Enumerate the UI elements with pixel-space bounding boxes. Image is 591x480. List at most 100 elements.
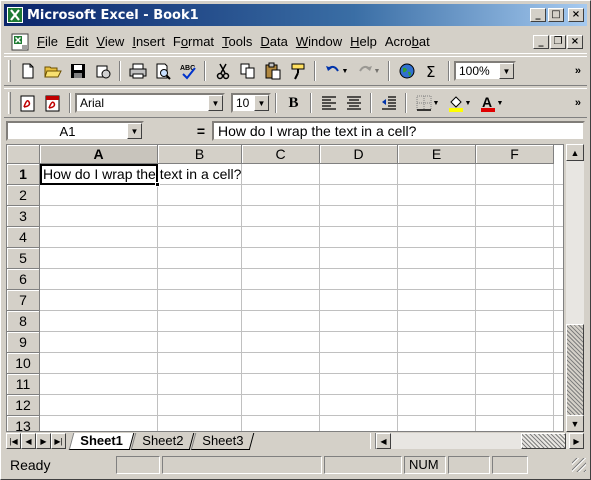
row-header-12[interactable]: 12: [7, 395, 40, 416]
last-sheet-button[interactable]: ▶|: [51, 433, 66, 449]
menu-data[interactable]: Data: [256, 34, 291, 49]
resize-grip-icon[interactable]: [572, 458, 586, 472]
web-button[interactable]: [395, 60, 418, 82]
decrease-indent-button[interactable]: [377, 92, 400, 114]
chevron-down-icon[interactable]: ▼: [254, 95, 269, 111]
toolbar-options-icon[interactable]: »: [575, 65, 581, 77]
vertical-scrollbar[interactable]: ▲ ▼: [566, 144, 584, 432]
bold-button[interactable]: B: [282, 92, 305, 114]
row-header-1[interactable]: 1: [7, 164, 40, 185]
sheet-tab-sheet2[interactable]: Sheet2: [130, 432, 195, 450]
align-left-icon: [321, 96, 336, 110]
fill-color-button[interactable]: ▼: [444, 92, 474, 114]
select-all-corner[interactable]: [7, 145, 40, 164]
formula-equals-sign[interactable]: =: [190, 123, 212, 139]
next-sheet-button[interactable]: ▶: [36, 433, 51, 449]
status-panel: [116, 456, 160, 474]
row-header-3[interactable]: 3: [7, 206, 40, 227]
maximize-button[interactable]: □: [548, 8, 564, 22]
column-header-e[interactable]: E: [398, 145, 476, 164]
row-header-4[interactable]: 4: [7, 227, 40, 248]
paste-button[interactable]: [261, 60, 284, 82]
first-sheet-button[interactable]: |◀: [6, 433, 21, 449]
prev-sheet-button[interactable]: ◀: [21, 433, 36, 449]
acrobat-email-button[interactable]: [41, 92, 64, 114]
font-name-select[interactable]: Arial ▼: [75, 93, 225, 113]
chevron-down-icon[interactable]: ▼: [499, 63, 514, 79]
title-bar[interactable]: Microsoft Excel - Book1 _ □ ×: [4, 4, 587, 26]
column-header-a[interactable]: A: [40, 145, 158, 164]
excel-app-icon[interactable]: [7, 7, 23, 23]
doc-close-button[interactable]: ×: [567, 34, 583, 49]
borders-button[interactable]: ▼: [412, 92, 442, 114]
scroll-up-button[interactable]: ▲: [566, 144, 584, 161]
horizontal-scrollbar[interactable]: ◀ ▶: [376, 433, 584, 449]
vertical-scroll-thumb[interactable]: [566, 324, 584, 417]
cut-button[interactable]: [211, 60, 234, 82]
fill-handle[interactable]: [155, 182, 160, 187]
row-header-8[interactable]: 8: [7, 311, 40, 332]
row-header-6[interactable]: 6: [7, 269, 40, 290]
scroll-left-button[interactable]: ◀: [376, 433, 391, 449]
workbook-icon[interactable]: [11, 33, 29, 51]
new-button[interactable]: [16, 60, 39, 82]
row-gridline: [40, 247, 563, 248]
chevron-down-icon[interactable]: ▼: [127, 123, 142, 139]
zoom-select[interactable]: 100% ▼: [454, 61, 516, 81]
autosum-icon: Σ: [426, 63, 435, 80]
column-header-c[interactable]: C: [242, 145, 320, 164]
menu-window[interactable]: Window: [292, 34, 346, 49]
scroll-down-button[interactable]: ▼: [566, 415, 584, 432]
menu-acrobat[interactable]: Acrobat: [381, 34, 434, 49]
formula-input[interactable]: How do I wrap the text in a cell?: [212, 121, 585, 141]
menu-file[interactable]: File: [33, 34, 62, 49]
name-box[interactable]: A1 ▼: [6, 121, 144, 141]
menu-view[interactable]: View: [92, 34, 128, 49]
menu-edit[interactable]: Edit: [62, 34, 92, 49]
autosum-button[interactable]: Σ: [420, 60, 443, 82]
row-header-2[interactable]: 2: [7, 185, 40, 206]
column-header-b[interactable]: B: [158, 145, 242, 164]
row-header-9[interactable]: 9: [7, 332, 40, 353]
column-header-d[interactable]: D: [320, 145, 398, 164]
copy-button[interactable]: [236, 60, 259, 82]
row-header-7[interactable]: 7: [7, 290, 40, 311]
spelling-button[interactable]: ABC: [176, 60, 199, 82]
menu-format[interactable]: Format: [169, 34, 218, 49]
menu-help[interactable]: Help: [346, 34, 381, 49]
print-button[interactable]: [126, 60, 149, 82]
menu-insert[interactable]: Insert: [128, 34, 169, 49]
format-painter-button[interactable]: [286, 60, 309, 82]
row-header-10[interactable]: 10: [7, 353, 40, 374]
doc-restore-button[interactable]: ❐: [550, 34, 566, 49]
horizontal-scroll-thumb[interactable]: [521, 433, 566, 449]
row-header-13[interactable]: 13: [7, 416, 40, 431]
font-color-button[interactable]: A ▼: [476, 92, 506, 114]
column-header-f[interactable]: F: [476, 145, 554, 164]
close-button[interactable]: ×: [568, 8, 584, 22]
chevron-down-icon[interactable]: ▼: [208, 95, 223, 111]
minimize-button[interactable]: _: [530, 8, 546, 22]
toolbar-grip[interactable]: [8, 92, 11, 114]
toolbar-options-icon[interactable]: »: [575, 97, 581, 109]
font-size-select[interactable]: 10 ▼: [231, 93, 271, 113]
row-header-11[interactable]: 11: [7, 374, 40, 395]
redo-button[interactable]: ▼: [353, 60, 383, 82]
toolbar-grip[interactable]: [8, 60, 11, 82]
acrobat-convert-button[interactable]: [16, 92, 39, 114]
permission-button[interactable]: [91, 60, 114, 82]
doc-minimize-button[interactable]: _: [533, 34, 549, 49]
row-header-5[interactable]: 5: [7, 248, 40, 269]
undo-button[interactable]: ▼: [321, 60, 351, 82]
open-button[interactable]: [41, 60, 64, 82]
sheet-tab-sheet3[interactable]: Sheet3: [190, 432, 255, 450]
worksheet-grid[interactable]: ABCDEF 1 2 3 4 5 6 7 8 9 10 11 12 13 How do I wrap t…: [6, 144, 564, 432]
align-center-button[interactable]: [342, 92, 365, 114]
save-button[interactable]: [66, 60, 89, 82]
copy-icon: [240, 63, 254, 79]
align-left-button[interactable]: [317, 92, 340, 114]
print-preview-button[interactable]: [151, 60, 174, 82]
sheet-tab-sheet1[interactable]: Sheet1: [68, 432, 134, 450]
menu-tools[interactable]: Tools: [218, 34, 256, 49]
scroll-right-button[interactable]: ▶: [569, 433, 584, 449]
